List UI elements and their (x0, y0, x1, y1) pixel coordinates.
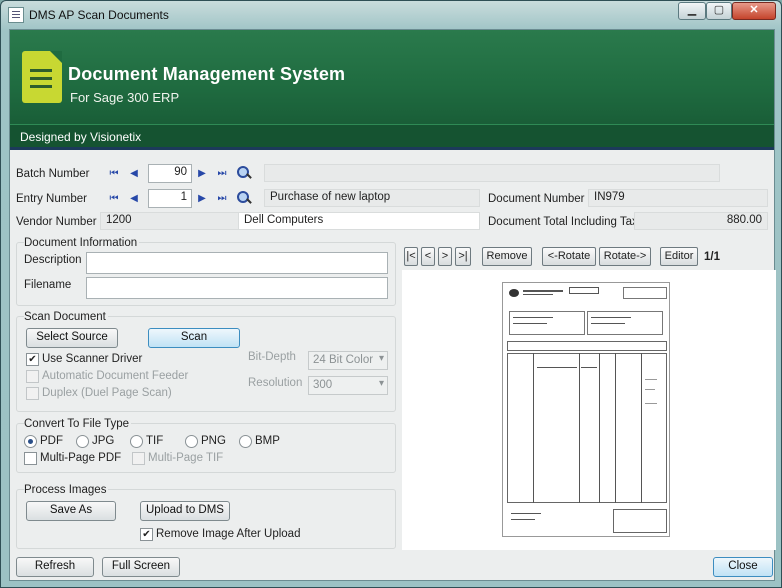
filename-input[interactable] (86, 277, 388, 299)
duplex-label: Duplex (Duel Page Scan) (42, 387, 172, 399)
main-window: DMS AP Scan Documents ▁ ▢ ✕ Document Man… (0, 0, 782, 588)
entry-search-icon[interactable] (236, 190, 252, 206)
tif-radio[interactable] (130, 435, 143, 448)
pdf-radio[interactable] (24, 435, 37, 448)
maximize-button[interactable]: ▢ (706, 2, 732, 20)
document-preview (402, 270, 776, 550)
vendor-number-field: 1200 (100, 212, 240, 230)
minimize-button[interactable]: ▁ (678, 2, 706, 20)
rotate-left-button[interactable]: <-Rotate (542, 247, 596, 266)
jpg-label: JPG (92, 435, 115, 447)
app-title: Document Management System (68, 64, 346, 84)
document-information-title: Document Information (24, 237, 140, 249)
multi-page-tif-label: Multi-Page TIF (148, 452, 224, 464)
scan-document-title: Scan Document (24, 311, 108, 323)
jpg-radio[interactable] (76, 435, 89, 448)
multi-page-pdf-checkbox[interactable] (24, 452, 37, 465)
client-area: Document Management System For Sage 300 … (9, 29, 776, 581)
designed-by-bar: Designed by Visionetix (10, 124, 774, 150)
document-total-label: Document Total Including Tax (488, 216, 638, 228)
viewer-last-button[interactable]: >| (455, 247, 471, 266)
resolution-label: Resolution (248, 377, 303, 389)
png-label: PNG (201, 435, 226, 447)
full-screen-button[interactable]: Full Screen (102, 557, 180, 577)
auto-feeder-checkbox[interactable] (26, 370, 39, 383)
scanned-invoice-image (502, 282, 670, 537)
multi-page-tif-checkbox[interactable] (132, 452, 145, 465)
batch-last-icon[interactable]: ⏭ (216, 167, 228, 181)
bmp-label: BMP (255, 435, 280, 447)
batch-prev-icon[interactable]: ◀ (128, 167, 140, 181)
pdf-label: PDF (40, 435, 63, 447)
batch-search-icon[interactable] (236, 165, 252, 181)
convert-file-type-title: Convert To File Type (24, 418, 132, 430)
batch-description-field (264, 164, 720, 182)
duplex-checkbox[interactable] (26, 387, 39, 400)
entry-number-input[interactable]: 1 (148, 189, 192, 208)
auto-feeder-label: Automatic Document Feeder (42, 370, 189, 382)
designed-by-text: Designed by Visionetix (20, 130, 142, 144)
refresh-button[interactable]: Refresh (16, 557, 94, 577)
png-radio[interactable] (185, 435, 198, 448)
window-title: DMS AP Scan Documents (29, 8, 169, 22)
document-number-field: IN979 (588, 189, 768, 207)
batch-number-input[interactable]: 90 (148, 164, 192, 183)
select-source-button[interactable]: Select Source (26, 328, 118, 348)
page-indicator: 1/1 (704, 251, 720, 263)
use-scanner-driver-checkbox[interactable]: ✔ (26, 353, 39, 366)
bmp-radio[interactable] (239, 435, 252, 448)
entry-next-icon[interactable]: ▶ (196, 192, 208, 206)
description-input[interactable] (86, 252, 388, 274)
viewer-remove-button[interactable]: Remove (482, 247, 532, 266)
close-button[interactable]: Close (713, 557, 773, 577)
entry-last-icon[interactable]: ⏭ (216, 192, 228, 206)
batch-next-icon[interactable]: ▶ (196, 167, 208, 181)
app-subtitle: For Sage 300 ERP (70, 90, 180, 105)
title-bar: DMS AP Scan Documents ▁ ▢ ✕ (1, 1, 781, 29)
remove-after-upload-checkbox[interactable]: ✔ (140, 528, 153, 541)
vendor-name-field: Dell Computers (238, 212, 480, 230)
rotate-right-button[interactable]: Rotate-> (599, 247, 651, 266)
save-as-button[interactable]: Save As (26, 501, 116, 521)
process-images-title: Process Images (24, 484, 109, 496)
tif-label: TIF (146, 435, 164, 447)
entry-prev-icon[interactable]: ◀ (128, 192, 140, 206)
entry-number-label: Entry Number (16, 193, 87, 205)
banner: Document Management System For Sage 300 … (10, 30, 774, 126)
remove-after-upload-label: Remove Image After Upload (156, 528, 301, 540)
batch-first-icon[interactable]: ⏮ (108, 167, 120, 181)
viewer-next-button[interactable]: > (438, 247, 452, 266)
entry-first-icon[interactable]: ⏮ (108, 192, 120, 206)
document-logo-icon (22, 51, 62, 103)
filename-label: Filename (24, 279, 72, 291)
document-number-label: Document Number (488, 193, 585, 205)
viewer-first-button[interactable]: |< (404, 247, 418, 266)
window-close-button[interactable]: ✕ (732, 2, 776, 20)
entry-description-field: Purchase of new laptop (264, 189, 480, 207)
editor-button[interactable]: Editor (660, 247, 698, 266)
convert-file-type-group (16, 423, 396, 473)
bit-depth-select[interactable]: 24 Bit Color (308, 351, 388, 370)
batch-number-label: Batch Number (16, 168, 90, 180)
document-total-field: 880.00 (634, 212, 768, 230)
upload-to-dms-button[interactable]: Upload to DMS (140, 501, 230, 521)
use-scanner-driver-label: Use Scanner Driver (42, 353, 143, 365)
resolution-select[interactable]: 300 (308, 376, 388, 395)
description-label: Description (24, 254, 82, 266)
vendor-number-label: Vendor Number (16, 216, 97, 228)
scan-button[interactable]: Scan (148, 328, 240, 348)
bit-depth-label: Bit-Depth (248, 351, 296, 363)
viewer-prev-button[interactable]: < (421, 247, 435, 266)
document-icon (8, 7, 24, 23)
multi-page-pdf-label: Multi-Page PDF (40, 452, 122, 464)
